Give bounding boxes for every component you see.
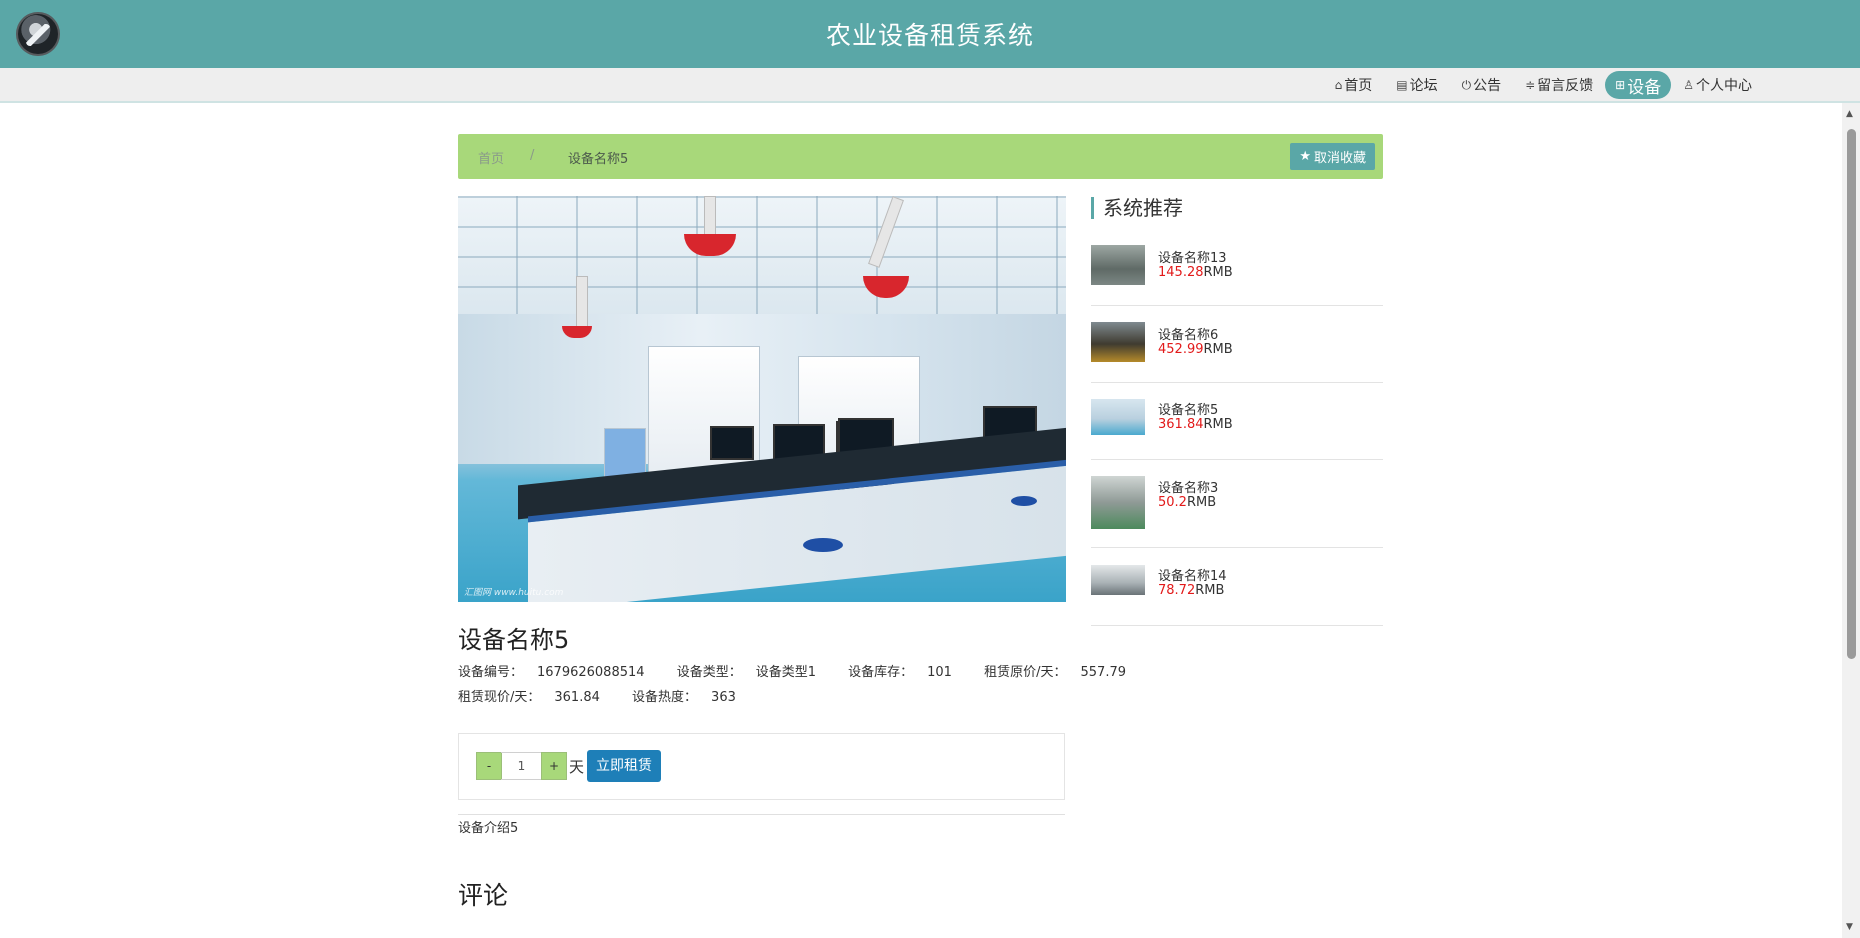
nav-item-notice[interactable]: ⏻ 公告	[1450, 71, 1514, 99]
user-icon: ♙	[1683, 78, 1694, 92]
rent-days-input[interactable]: 1	[501, 752, 542, 780]
device-type: 设备类型1	[755, 665, 816, 680]
recommend-item[interactable]: 设备名称5 361.84RMB	[1091, 382, 1383, 460]
breadcrumb-separator: /	[530, 148, 535, 163]
increase-days-button[interactable]: +	[541, 752, 567, 780]
recommend-thumbnail[interactable]	[1091, 322, 1145, 362]
scroll-up-arrow-icon[interactable]: ▲	[1846, 109, 1853, 119]
orig-price-label: 租赁原价/天：	[984, 665, 1067, 680]
device-stock: 101	[927, 665, 952, 680]
device-code: 1679626088514	[537, 665, 645, 680]
breadcrumb-home-link[interactable]: 首页	[478, 148, 504, 167]
breadcrumb: 首页 / 设备名称5 ★ 取消收藏	[458, 134, 1383, 179]
unfavorite-button[interactable]: ★ 取消收藏	[1290, 143, 1375, 170]
heat-label: 设备热度：	[632, 690, 698, 705]
home-icon: ⌂	[1334, 78, 1343, 92]
rent-now-button[interactable]: 立即租赁	[587, 750, 661, 782]
star-icon: ★	[1299, 149, 1311, 164]
code-label: 设备编号：	[458, 665, 524, 680]
nav-item-forum[interactable]: ▤ 论坛	[1384, 71, 1449, 99]
nav-label: 公告	[1473, 78, 1502, 94]
sliders-icon: ≑	[1525, 78, 1536, 92]
site-title: 农业设备租赁系统	[825, 21, 1034, 50]
recommend-title: 系统推荐	[1091, 197, 1183, 219]
device-intro: 设备介绍5	[458, 821, 519, 836]
cur-price-label: 租赁现价/天：	[458, 690, 541, 705]
nav-item-profile[interactable]: ♙ 个人中心	[1671, 71, 1764, 99]
stock-label: 设备库存：	[848, 665, 914, 680]
power-icon: ⏻	[1461, 77, 1472, 92]
nav-item-home[interactable]: ⌂ 首页	[1323, 71, 1385, 99]
device-cur-price: 361.84	[554, 690, 600, 705]
section-divider	[458, 814, 1065, 815]
grid-icon: ⊞	[1615, 78, 1626, 92]
recommend-item-name[interactable]: 设备名称6	[1158, 324, 1218, 343]
recommend-item-name[interactable]: 设备名称14	[1158, 565, 1227, 584]
nav-item-device[interactable]: ⊞ 设备	[1605, 71, 1672, 99]
scroll-down-arrow-icon[interactable]: ▼	[1846, 922, 1853, 932]
nav-label: 设备	[1627, 77, 1662, 98]
recommend-item-price: 361.84RMB	[1158, 417, 1233, 432]
rent-unit-label: 天	[569, 758, 585, 776]
nav-item-feedback[interactable]: ≑ 留言反馈	[1513, 71, 1605, 99]
top-header: 农业设备租赁系统	[0, 0, 1860, 68]
recommend-item[interactable]: 设备名称3 50.2RMB	[1091, 459, 1383, 548]
device-title: 设备名称5	[458, 626, 570, 654]
page-scrollbar[interactable]: ▲ ▼	[1842, 103, 1860, 938]
nav-label: 个人中心	[1696, 78, 1752, 94]
recommend-item-price: 78.72RMB	[1158, 583, 1225, 598]
nav-label: 论坛	[1409, 78, 1438, 94]
comments-title: 评论	[458, 881, 509, 910]
decrease-days-button[interactable]: -	[476, 752, 502, 780]
nav-bar: ⌂ 首页 ▤ 论坛 ⏻ 公告 ≑ 留言反馈 ⊞ 设备 ♙ 个人中心	[0, 68, 1860, 103]
recommend-item-price: 50.2RMB	[1158, 495, 1217, 510]
device-orig-price: 557.79	[1080, 665, 1127, 680]
device-meta-line-1: 设备编号： 1679626088514 设备类型： 设备类型1 设备库存： 101 租…	[458, 661, 1154, 680]
breadcrumb-current: 设备名称5	[568, 152, 629, 167]
device-meta-line-2: 租赁现价/天： 361.84 设备热度： 363	[458, 686, 764, 705]
recommend-thumbnail[interactable]	[1091, 399, 1145, 435]
recommend-item-price: 145.28RMB	[1158, 265, 1233, 280]
type-label: 设备类型：	[676, 665, 742, 680]
scroll-thumb[interactable]	[1847, 129, 1856, 659]
recommend-item-name[interactable]: 设备名称5	[1158, 399, 1218, 418]
recommend-item-name[interactable]: 设备名称3	[1158, 477, 1218, 496]
nav-label: 首页	[1344, 78, 1373, 94]
recommend-item[interactable]: 设备名称14 78.72RMB	[1091, 548, 1383, 626]
recommend-thumbnail[interactable]	[1091, 476, 1145, 529]
recommend-thumbnail[interactable]	[1091, 245, 1145, 285]
recommend-item[interactable]: 设备名称6 452.99RMB	[1091, 305, 1383, 383]
document-icon: ▤	[1396, 78, 1408, 92]
image-watermark: 汇图网 www.huitu.com	[464, 588, 564, 598]
device-heat: 363	[711, 690, 736, 705]
device-main-image: 汇图网 www.huitu.com	[458, 196, 1066, 602]
rent-panel: - 1 + 天 立即租赁	[458, 733, 1065, 800]
recommend-item-price: 452.99RMB	[1158, 342, 1233, 357]
recommend-item-name[interactable]: 设备名称13	[1158, 247, 1227, 266]
recommend-item[interactable]: 设备名称13 145.28RMB	[1091, 228, 1383, 306]
nav-label: 留言反馈	[1537, 78, 1594, 94]
recommend-thumbnail[interactable]	[1091, 565, 1145, 595]
unfavorite-label: 取消收藏	[1313, 151, 1366, 166]
